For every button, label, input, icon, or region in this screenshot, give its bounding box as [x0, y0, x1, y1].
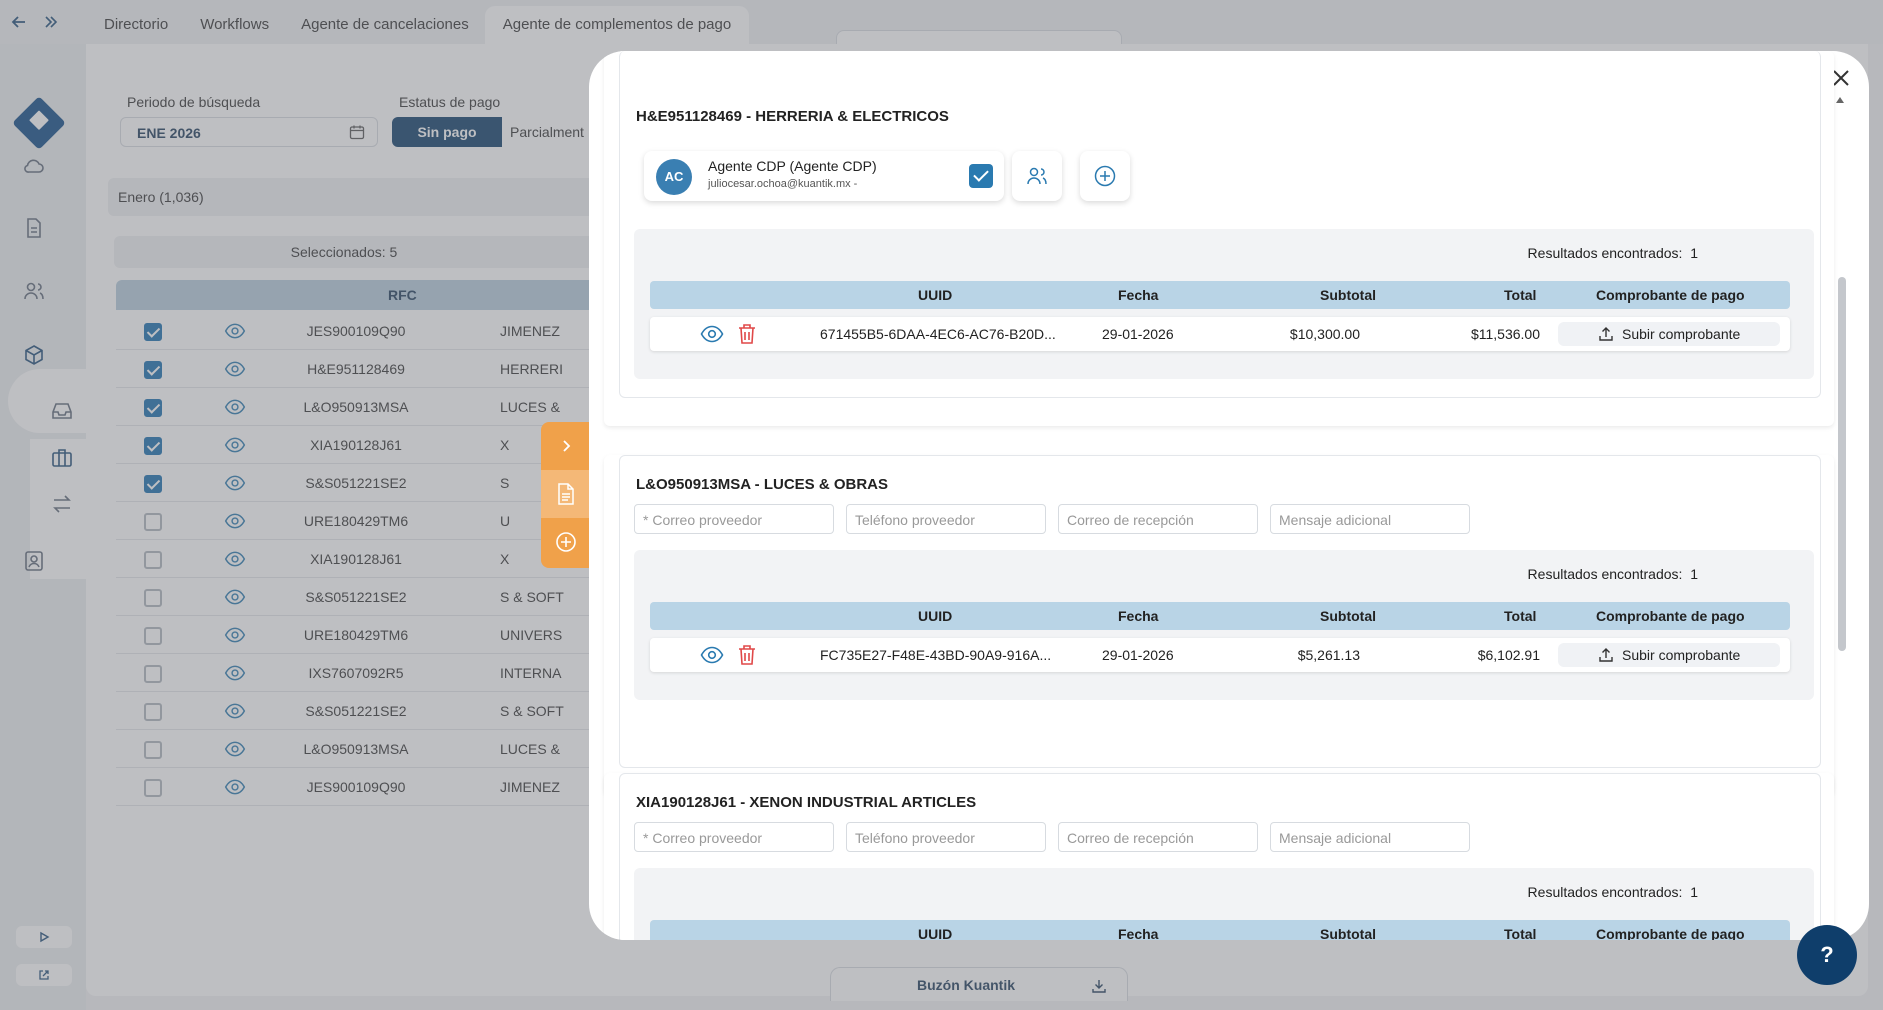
table-header: UUID Fecha Subtotal Total Comprobante de… [650, 281, 1790, 309]
upload-icon [1599, 648, 1613, 662]
results-count: Resultados encontrados: 1 [1527, 566, 1698, 582]
th-subtotal: Subtotal [1320, 608, 1376, 624]
results-panel: Resultados encontrados: 1 UUID Fecha Sub… [634, 868, 1814, 940]
agent-chip[interactable]: AC Agente CDP (Agente CDP) juliocesar.oc… [644, 151, 1004, 201]
th-total: Total [1504, 926, 1537, 940]
table-header: UUID Fecha Subtotal Total Comprobante de… [650, 602, 1790, 630]
file-text-icon [558, 483, 574, 505]
floating-action-panel [541, 422, 591, 568]
cell-total: $6,102.91 [1477, 647, 1540, 663]
users-icon [1027, 167, 1047, 185]
th-comprobante: Comprobante de pago [1596, 287, 1745, 303]
scroll-up-icon[interactable] [1836, 97, 1844, 103]
users-button[interactable] [1012, 151, 1062, 201]
trash-icon[interactable] [737, 323, 757, 345]
upload-label: Subir comprobante [1622, 647, 1741, 663]
agent-checkbox[interactable] [969, 164, 993, 188]
trash-icon[interactable] [737, 644, 757, 666]
table-row: FC735E27-F48E-43BD-90A9-916A... 29-01-20… [650, 638, 1790, 672]
upload-icon [1599, 327, 1613, 341]
th-uuid: UUID [918, 287, 953, 303]
results-panel: Resultados encontrados: 1 UUID Fecha Sub… [634, 229, 1814, 379]
view-eye-icon[interactable] [700, 325, 724, 343]
mensaje-adicional-input[interactable]: Mensaje adicional [1270, 504, 1470, 534]
mensaje-adicional-input[interactable]: Mensaje adicional [1270, 822, 1470, 852]
section-title: L&O950913MSA - LUCES & OBRAS [636, 476, 888, 493]
th-fecha: Fecha [1118, 608, 1159, 624]
agent-email: juliocesar.ochoa@kuantik.mx - [708, 178, 858, 190]
add-action-button[interactable] [541, 518, 591, 566]
section-title: H&E951128469 - HERRERIA & ELECTRICOS [636, 108, 949, 125]
help-button[interactable]: ? [1797, 925, 1857, 985]
upload-button[interactable]: Subir comprobante [1558, 322, 1780, 346]
agent-name: Agente CDP (Agente CDP) [708, 158, 877, 174]
correo-proveedor-input[interactable]: * Correo proveedor [634, 822, 834, 852]
add-agent-button[interactable] [1080, 151, 1130, 201]
th-subtotal: Subtotal [1320, 287, 1376, 303]
cell-fecha: 29-01-2026 [1102, 326, 1174, 342]
plus-circle-icon [556, 532, 576, 552]
upload-button[interactable]: Subir comprobante [1558, 643, 1780, 667]
cell-total: $11,536.00 [1470, 326, 1540, 342]
th-uuid: UUID [918, 926, 953, 940]
avatar: AC [656, 159, 692, 195]
th-subtotal: Subtotal [1320, 926, 1376, 940]
plus-circle-icon [1094, 165, 1116, 187]
results-count: Resultados encontrados: 1 [1527, 245, 1698, 261]
chevron-right-icon [563, 440, 571, 452]
th-comprobante: Comprobante de pago [1596, 926, 1745, 940]
table-header: UUID Fecha Subtotal Total Comprobante de… [650, 920, 1790, 940]
cell-fecha: 29-01-2026 [1102, 647, 1174, 663]
telefono-proveedor-input[interactable]: Teléfono proveedor [846, 822, 1046, 852]
complementos-modal: H&E951128469 - HERRERIA & ELECTRICOS AC … [589, 51, 1869, 940]
upload-label: Subir comprobante [1622, 326, 1741, 342]
section-card-1: H&E951128469 - HERRERIA & ELECTRICOS AC … [619, 51, 1821, 398]
telefono-proveedor-input[interactable]: Teléfono proveedor [846, 504, 1046, 534]
correo-recepcion-input[interactable]: Correo de recepción [1058, 504, 1258, 534]
th-comprobante: Comprobante de pago [1596, 608, 1745, 624]
cell-subtotal: $5,261.13 [1297, 647, 1360, 663]
section-card-2: L&O950913MSA - LUCES & OBRAS * Correo pr… [619, 455, 1821, 768]
section-title: XIA190128J61 - XENON INDUSTRIAL ARTICLES [636, 794, 977, 811]
document-action-button[interactable] [541, 470, 591, 518]
th-total: Total [1504, 608, 1537, 624]
th-total: Total [1504, 287, 1537, 303]
table-row: 671455B5-6DAA-4EC6-AC76-B20D... 29-01-20… [650, 317, 1790, 351]
cell-uuid: 671455B5-6DAA-4EC6-AC76-B20D... [820, 326, 1056, 342]
th-fecha: Fecha [1118, 926, 1159, 940]
collapse-button[interactable] [541, 422, 591, 470]
correo-proveedor-input[interactable]: * Correo proveedor [634, 504, 834, 534]
th-uuid: UUID [918, 608, 953, 624]
view-eye-icon[interactable] [700, 646, 724, 664]
results-panel: Resultados encontrados: 1 UUID Fecha Sub… [634, 550, 1814, 700]
cell-uuid: FC735E27-F48E-43BD-90A9-916A... [820, 647, 1052, 663]
section-card-3: XIA190128J61 - XENON INDUSTRIAL ARTICLES… [619, 773, 1821, 940]
cell-subtotal: $10,300.00 [1289, 326, 1360, 342]
th-fecha: Fecha [1118, 287, 1159, 303]
scrollbar-thumb[interactable] [1838, 277, 1846, 651]
results-count: Resultados encontrados: 1 [1527, 884, 1698, 900]
correo-recepcion-input[interactable]: Correo de recepción [1058, 822, 1258, 852]
